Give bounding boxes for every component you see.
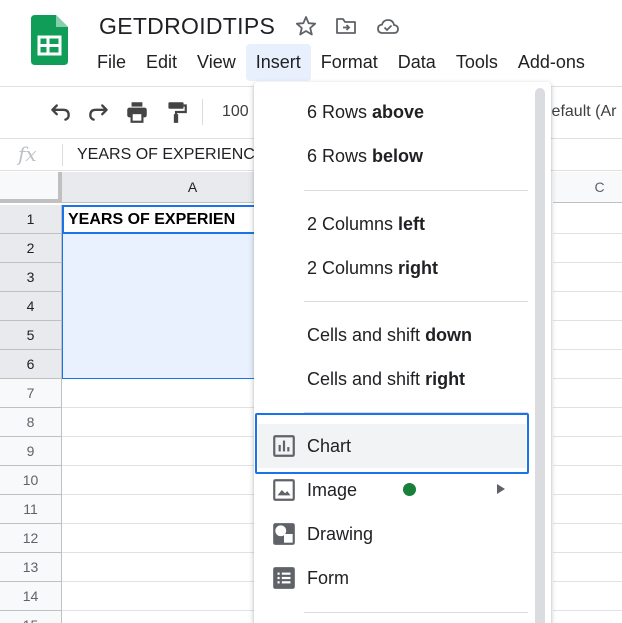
google-sheets-logo[interactable] xyxy=(31,15,68,65)
insert-cells-shift-right-label: Cells and shift right xyxy=(307,369,466,389)
insert-columns-right-label: 2 Columns right xyxy=(307,258,439,278)
menu-divider xyxy=(304,612,528,613)
menu-bar: File Edit View Insert Format Data Tools … xyxy=(87,44,595,81)
menu-format[interactable]: Format xyxy=(311,44,388,81)
row-header-4[interactable]: 4 xyxy=(0,292,62,321)
insert-cells-shift-right[interactable]: Cells and shift right xyxy=(254,357,534,401)
formula-input[interactable]: YEARS OF EXPERIENC xyxy=(77,139,255,170)
cell-c8[interactable] xyxy=(553,408,622,437)
star-icon[interactable] xyxy=(294,14,318,38)
row-header-3[interactable]: 3 xyxy=(0,263,62,292)
cell-c2[interactable] xyxy=(553,234,622,263)
toolbar-divider xyxy=(202,99,203,125)
cell-c9[interactable] xyxy=(553,437,622,466)
menu-insert[interactable]: Insert xyxy=(245,44,311,81)
cell-a1-value: YEARS OF EXPERIEN xyxy=(68,211,236,228)
paint-format-icon[interactable] xyxy=(163,99,189,125)
cell-c10[interactable] xyxy=(553,466,622,495)
menu-file[interactable]: File xyxy=(87,44,136,81)
print-icon[interactable] xyxy=(124,99,150,125)
row-header-6[interactable]: 6 xyxy=(0,350,62,379)
cloud-saved-icon[interactable] xyxy=(376,14,400,38)
insert-drawing-label: Drawing xyxy=(307,524,374,544)
menu-edit[interactable]: Edit xyxy=(136,44,187,81)
cell-c13[interactable] xyxy=(553,553,622,582)
insert-form-label: Form xyxy=(307,568,349,588)
insert-image[interactable]: Image xyxy=(254,468,534,512)
insert-rows-above-label: 6 Rows above xyxy=(307,102,425,122)
insert-cells-shift-down-label: Cells and shift down xyxy=(307,325,473,345)
select-all-corner[interactable] xyxy=(0,172,62,203)
cell-c1[interactable] xyxy=(553,205,622,234)
insert-image-label: Image xyxy=(307,480,358,500)
cell-c5[interactable] xyxy=(553,321,622,350)
insert-cells-shift-down[interactable]: Cells and shift down xyxy=(254,313,534,357)
submenu-arrow-icon xyxy=(497,484,505,494)
row-header-2[interactable]: 2 xyxy=(0,234,62,263)
insert-rows-above[interactable]: 6 Rows above xyxy=(254,90,534,134)
image-icon xyxy=(273,479,295,501)
cell-c7[interactable] xyxy=(553,379,622,408)
insert-columns-left[interactable]: 2 Columns left xyxy=(254,202,534,246)
menu-scrollbar[interactable] xyxy=(535,88,545,623)
formula-divider xyxy=(62,144,63,166)
row-header-15[interactable]: 15 xyxy=(0,611,62,623)
insert-form[interactable]: Form xyxy=(254,556,534,600)
menu-data[interactable]: Data xyxy=(388,44,446,81)
column-header-c[interactable]: C xyxy=(553,172,622,203)
menu-tools[interactable]: Tools xyxy=(446,44,508,81)
insert-columns-right[interactable]: 2 Columns right xyxy=(254,246,534,290)
font-select[interactable]: Default (Ar xyxy=(540,100,616,124)
new-feature-dot xyxy=(403,483,416,496)
form-icon xyxy=(273,567,295,589)
zoom-select[interactable]: 100 xyxy=(222,100,249,124)
cell-c11[interactable] xyxy=(553,495,622,524)
row-header-9[interactable]: 9 xyxy=(0,437,62,466)
menu-view[interactable]: View xyxy=(187,44,246,81)
row-header-5[interactable]: 5 xyxy=(0,321,62,350)
cell-c15[interactable] xyxy=(553,611,622,623)
menu-divider xyxy=(304,301,528,302)
drawing-icon xyxy=(273,523,295,545)
row-header-10[interactable]: 10 xyxy=(0,466,62,495)
row-header-7[interactable]: 7 xyxy=(0,379,62,408)
menu-add-ons[interactable]: Add-ons xyxy=(508,44,595,81)
menu-divider xyxy=(304,190,528,191)
cell-c6[interactable] xyxy=(553,350,622,379)
fx-icon: fx xyxy=(18,142,37,166)
cell-c12[interactable] xyxy=(553,524,622,553)
cell-c4[interactable] xyxy=(553,292,622,321)
undo-icon[interactable] xyxy=(47,99,73,125)
row-header-8[interactable]: 8 xyxy=(0,408,62,437)
insert-columns-left-label: 2 Columns left xyxy=(307,214,426,234)
redo-icon[interactable] xyxy=(86,99,112,125)
move-to-folder-icon[interactable] xyxy=(334,14,358,38)
cell-c14[interactable] xyxy=(553,582,622,611)
insert-rows-below[interactable]: 6 Rows below xyxy=(254,134,534,178)
insert-rows-below-label: 6 Rows below xyxy=(307,146,424,166)
document-title[interactable]: GETDROIDTIPS xyxy=(99,9,275,43)
chart-highlight-box xyxy=(255,413,529,474)
row-header-14[interactable]: 14 xyxy=(0,582,62,611)
row-header-12[interactable]: 12 xyxy=(0,524,62,553)
cell-c3[interactable] xyxy=(553,263,622,292)
insert-drawing[interactable]: Drawing xyxy=(254,512,534,556)
row-header-1[interactable]: 1 xyxy=(0,205,62,234)
row-header-13[interactable]: 13 xyxy=(0,553,62,582)
row-header-11[interactable]: 11 xyxy=(0,495,62,524)
